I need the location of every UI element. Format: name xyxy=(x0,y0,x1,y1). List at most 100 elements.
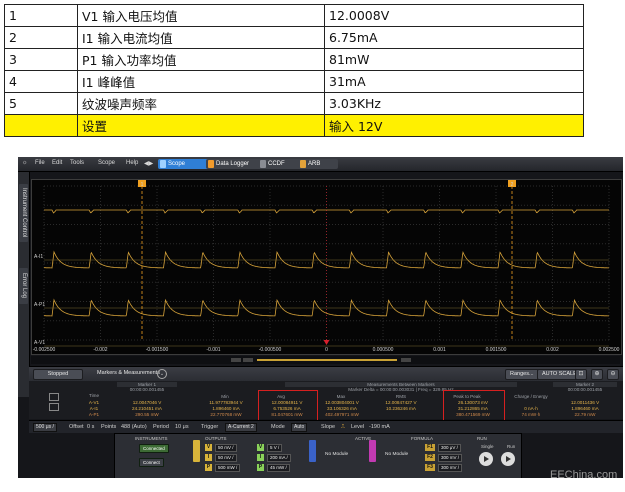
marker-icon[interactable] xyxy=(49,403,59,411)
trigger-bar: 500 μs / Offset 0 s Points 488 (Auto) Pe… xyxy=(29,420,623,433)
chevron-down-icon[interactable]: ⌄ xyxy=(157,369,167,379)
zoom-out-icon[interactable]: ⊖ xyxy=(607,369,619,380)
nav-back-icon[interactable]: ◀▶ xyxy=(144,160,153,167)
watermark: EEChina.com xyxy=(550,469,618,481)
menu-file[interactable]: File xyxy=(35,160,45,166)
mode-select[interactable]: Auto xyxy=(291,423,308,432)
ccdf-tab-icon xyxy=(260,160,266,168)
scroll-left-button[interactable] xyxy=(231,358,241,362)
module-4-bar[interactable] xyxy=(369,440,376,462)
cell-value: 31mA xyxy=(324,70,584,93)
time-tick-label: -0.001 xyxy=(206,347,220,353)
module-3-bar[interactable] xyxy=(309,440,316,462)
ch-a-v-scale[interactable]: 50 mV / xyxy=(215,444,237,452)
ch-b-p-scale[interactable]: 45 mW / xyxy=(267,464,290,472)
marker2-value: 12.0011436 V xyxy=(570,400,600,405)
charge-energy-value: 0 nA·h xyxy=(524,406,538,411)
cell-number: 4 xyxy=(4,70,78,93)
connected-button[interactable]: Connected xyxy=(139,444,169,453)
tab-ccdf[interactable]: CCDF xyxy=(258,159,302,169)
offset-value[interactable]: 0 s xyxy=(87,423,94,431)
settings-icon[interactable]: ☼ xyxy=(22,160,28,166)
cell-value: 81mW xyxy=(324,48,584,71)
min-value: 1.896460 mA xyxy=(212,406,240,411)
ch-b-v-scale[interactable]: 5 V / xyxy=(267,444,283,452)
cell-number: 2 xyxy=(4,26,78,49)
period-value[interactable]: 10 μs xyxy=(175,423,189,431)
slope-label: Slope xyxy=(321,424,336,430)
cell-number: 1 xyxy=(4,4,78,27)
side-tab-strip: Instrument Control Error Log xyxy=(18,172,30,397)
single-play-icon[interactable] xyxy=(479,452,493,466)
f2-scale[interactable]: 300 mV / xyxy=(438,454,463,462)
mode-label: Mode xyxy=(271,424,285,430)
time-tick-label: 0.002 xyxy=(546,347,559,353)
level-value[interactable]: -190 mA xyxy=(369,423,390,431)
table-row: 5 纹波噪声频率 3.03KHz xyxy=(4,92,584,115)
scroll-right-button[interactable] xyxy=(401,358,411,362)
menu-scope[interactable]: Scope xyxy=(98,160,115,166)
zoom-fit-icon[interactable]: ⊡ xyxy=(575,369,587,380)
cell-item: V1 输入电压均值 xyxy=(77,4,325,27)
channel-label: A-I1 xyxy=(34,254,43,260)
f1-chip: F1 xyxy=(425,444,435,451)
ch-a-i-scale[interactable]: 50 mV / xyxy=(215,454,237,462)
tab-data-logger[interactable]: Data Logger xyxy=(206,159,262,169)
period-label: Period xyxy=(153,424,169,430)
time-scrollbar[interactable] xyxy=(31,356,620,364)
points-value[interactable]: 488 (Auto) xyxy=(121,423,147,431)
max-value: 402.497971 mW xyxy=(325,412,359,417)
trigger-source-select[interactable]: A-Current 2 xyxy=(225,423,257,432)
col-time: Time xyxy=(88,393,100,398)
slope-rising-icon[interactable]: ⎍ xyxy=(341,423,345,431)
rms-value: 10.236246 mA xyxy=(386,406,416,411)
cell-item: I1 峰峰值 xyxy=(77,70,325,93)
f3-scale[interactable]: 300 mV / xyxy=(438,464,463,472)
ch-b-i-scale[interactable]: 200 mA / xyxy=(267,454,291,462)
tab-scope[interactable]: Scope xyxy=(158,159,212,169)
marker-flag-label-m1: 1 xyxy=(141,182,144,188)
tab-error-log[interactable]: Error Log xyxy=(19,268,28,304)
tab-instrument-control[interactable]: Instrument Control xyxy=(19,184,28,242)
cell-number: 3 xyxy=(4,48,78,71)
tab-arb[interactable]: ARB xyxy=(298,159,338,169)
table-icon[interactable] xyxy=(49,393,59,401)
table-row: 1 V1 输入电压均值 12.0008V xyxy=(4,4,584,27)
max-value: 33.106326 mA xyxy=(327,406,357,411)
arb-tab-icon xyxy=(300,160,306,168)
time-tick-label: 0.001500 xyxy=(486,347,507,353)
menu-tools[interactable]: Tools xyxy=(70,160,84,166)
f2-chip: F2 xyxy=(425,454,435,461)
marker1-value: 12.0047046 V xyxy=(132,400,162,405)
no-module-4: No Module xyxy=(385,452,409,457)
menu-help[interactable]: Help xyxy=(126,160,138,166)
level-label: Level xyxy=(351,424,365,430)
time-tick-label: -0.001500 xyxy=(146,347,169,353)
f1-scale[interactable]: 300 μV / xyxy=(438,444,461,452)
v-chip-a: V xyxy=(205,444,212,451)
cell-value: 6.75mA xyxy=(324,26,584,49)
channel-name: A-I1 xyxy=(89,406,99,411)
offset-label: Offset xyxy=(69,424,84,430)
min-value: 22.770768 mW xyxy=(210,412,242,417)
zoom-in-icon[interactable]: ⊕ xyxy=(591,369,603,380)
scroll-left-fast-button[interactable] xyxy=(243,358,253,362)
timebase-select[interactable]: 500 μs / xyxy=(33,423,57,432)
instrument-panel: INSTRUMENTS Connected Connect OUTPUTS V … xyxy=(114,433,522,478)
stopped-status: Stopped xyxy=(33,369,83,380)
ranges-button[interactable]: Ranges... xyxy=(505,369,539,380)
tab-data-logger-label: Data Logger xyxy=(216,161,250,167)
instruments-label: INSTRUMENTS xyxy=(135,436,168,441)
connect-button[interactable]: Connect xyxy=(139,458,164,467)
scope-plot-svg: 1 2 A-I1 A-P1 A-V1-0.002500 -0.002 -0.001500 -0… xyxy=(33,180,620,353)
menu-edit[interactable]: Edit xyxy=(52,160,62,166)
run-play-icon[interactable] xyxy=(501,452,515,466)
ch-a-p-scale[interactable]: 500 mW / xyxy=(215,464,241,472)
channel-name: A-P1 xyxy=(88,412,100,417)
marker1-time: 00:00:00.001455 xyxy=(129,387,165,392)
scope-plot[interactable]: 1 2 A-I1 A-P1 A-V1 -0.002500 -0.002 -0.001500 -0… xyxy=(31,179,622,355)
trigger-label: Trigger xyxy=(201,424,219,430)
cell-number: 5 xyxy=(4,92,78,115)
formula-label: FORMULA xyxy=(411,436,434,441)
scroll-thumb[interactable] xyxy=(257,359,397,361)
